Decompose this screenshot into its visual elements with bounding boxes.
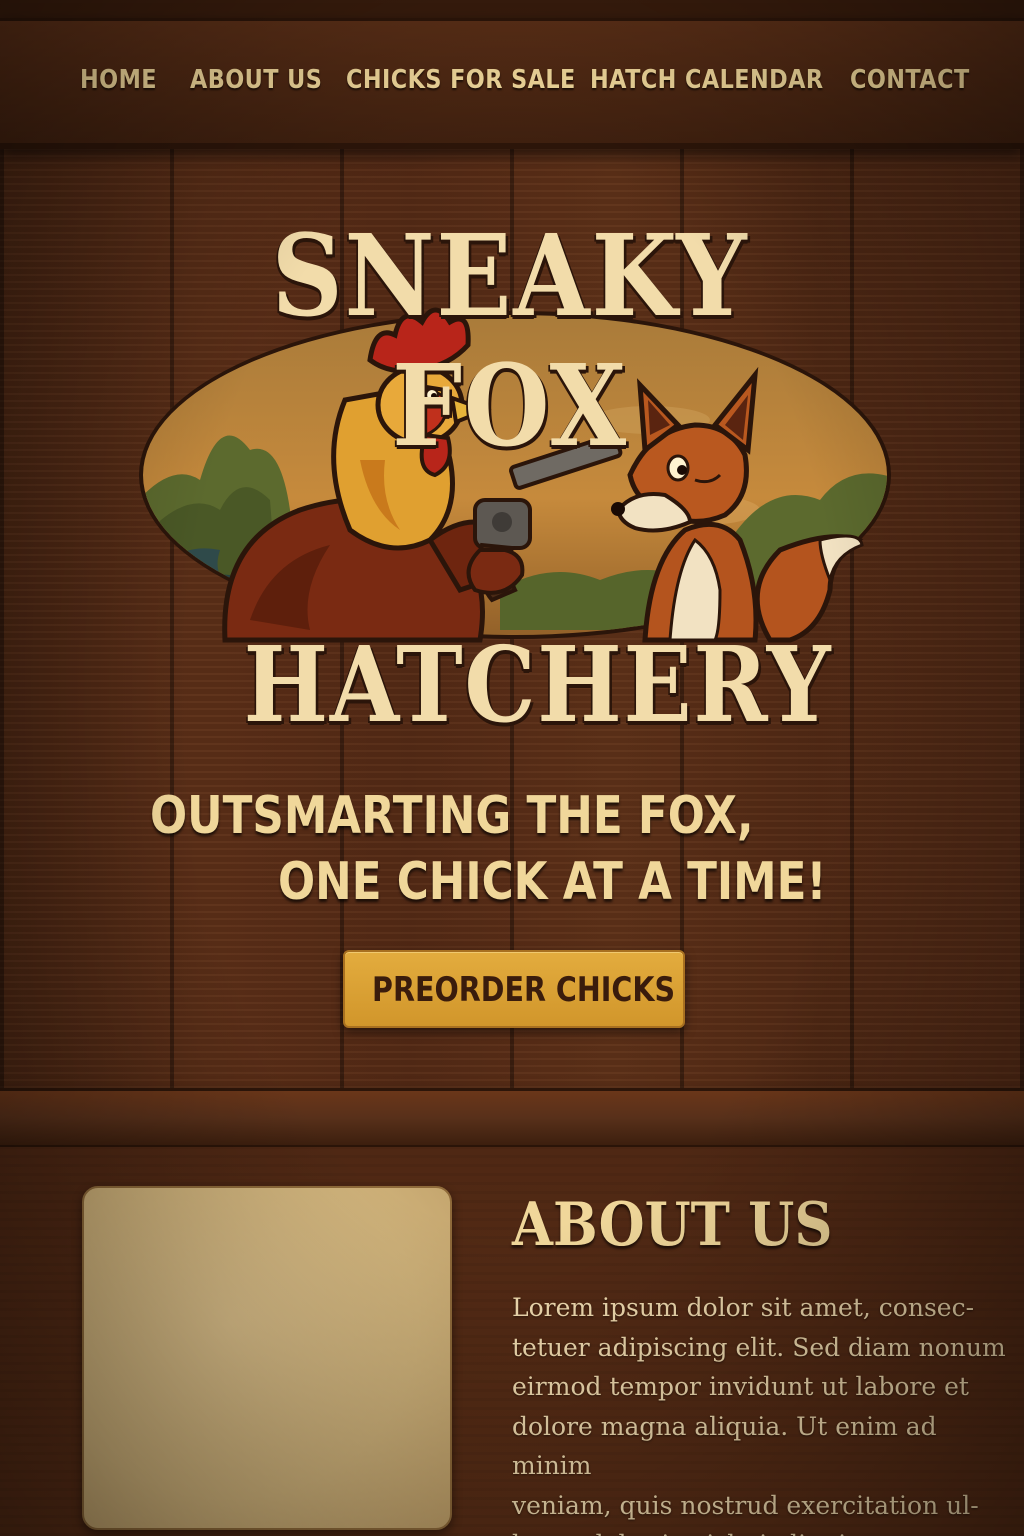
about-body-text: Lorem ipsum dolor sit amet, consec- tetu… <box>512 1293 1006 1536</box>
nav-item-hatch-calendar[interactable]: HATCH CALENDAR <box>590 65 824 95</box>
nav-top-strip <box>0 0 1024 18</box>
page: HOME ABOUT US CHICKS FOR SALE HATCH CALE… <box>0 0 1024 1536</box>
nav-item-about-us[interactable]: ABOUT US <box>190 65 322 95</box>
top-navigation: HOME ABOUT US CHICKS FOR SALE HATCH CALE… <box>0 18 1024 149</box>
nav-item-home[interactable]: HOME <box>80 65 157 95</box>
nav-item-chicks-for-sale[interactable]: CHICKS FOR SALE <box>346 65 576 95</box>
preorder-chicks-label: PREORDER CHICKS <box>372 970 676 1010</box>
preorder-chicks-button[interactable]: PREORDER CHICKS <box>343 950 685 1028</box>
nav-item-contact[interactable]: CONTACT <box>850 65 970 95</box>
brand-name-bottom: HATCHERY <box>243 623 833 746</box>
hero-tagline-line2: ONE CHICK AT A TIME! <box>278 852 827 912</box>
brand-name-top: SNEAKY FOX <box>271 211 749 472</box>
about-image-placeholder <box>82 1186 452 1530</box>
wood-divider-beam <box>0 1088 1024 1150</box>
hero-tagline-line1: OUTSMARTING THE FOX, <box>150 786 754 846</box>
about-title: ABOUT US <box>512 1190 833 1260</box>
nav-list: HOME ABOUT US CHICKS FOR SALE HATCH CALE… <box>0 65 1024 105</box>
